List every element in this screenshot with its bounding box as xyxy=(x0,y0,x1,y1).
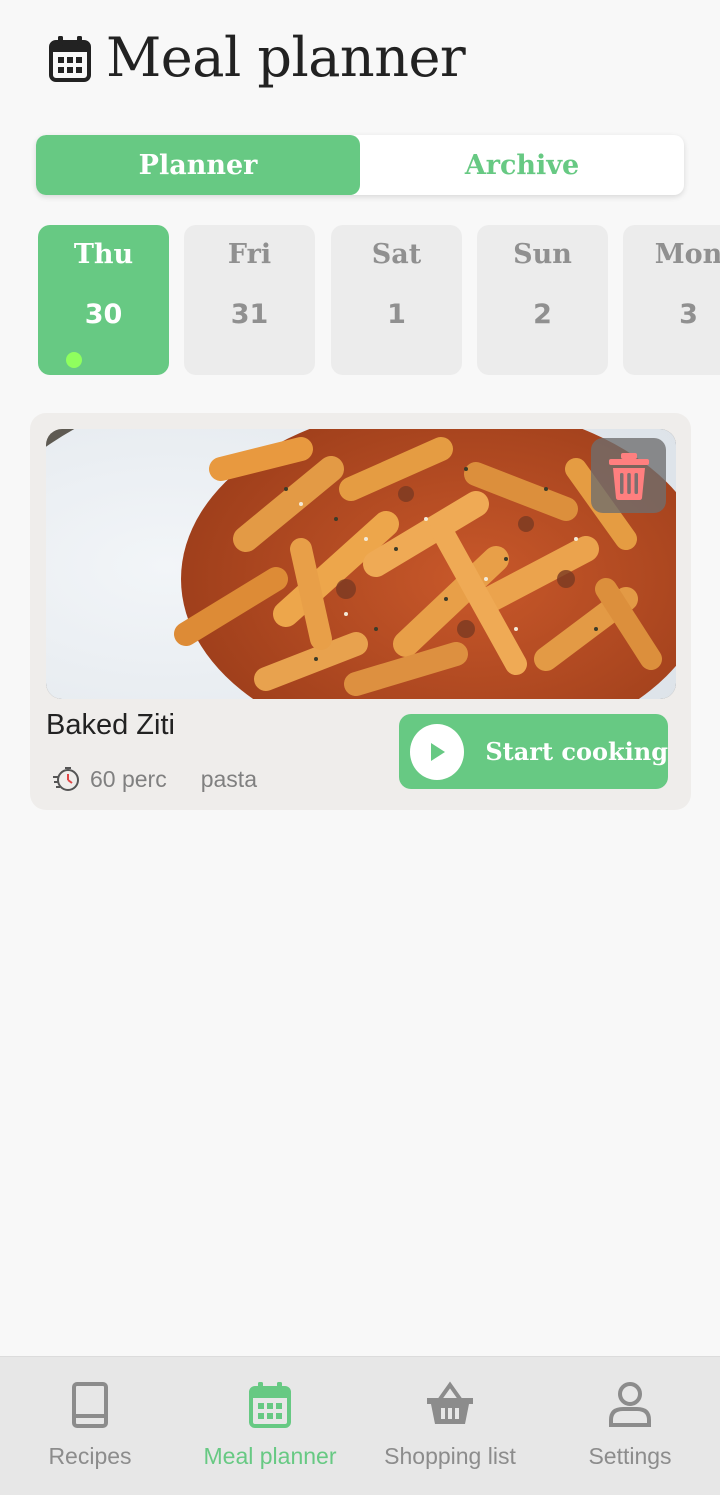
bottom-nav: Recipes Meal planner Shopping list Setti… xyxy=(0,1356,720,1495)
calendar-icon xyxy=(249,1382,291,1428)
nav-item-shopping-list[interactable]: Shopping list xyxy=(360,1357,540,1495)
day-date: 2 xyxy=(533,299,552,330)
day-card-mon[interactable]: Mon 3 xyxy=(623,225,720,375)
meal-time: 60 perc xyxy=(90,765,167,792)
nav-label: Meal planner xyxy=(203,1443,337,1469)
play-icon xyxy=(410,723,465,780)
day-card-sun[interactable]: Sun 2 xyxy=(477,225,608,375)
day-date: 3 xyxy=(679,299,698,330)
day-name: Thu xyxy=(73,239,134,270)
day-card-thu[interactable]: Thu 30 xyxy=(38,225,169,375)
nav-item-recipes[interactable]: Recipes xyxy=(0,1357,180,1495)
book-icon xyxy=(72,1382,108,1428)
calendar-icon xyxy=(49,36,91,82)
day-name: Mon xyxy=(654,239,720,270)
day-date: 31 xyxy=(230,299,269,330)
nav-item-meal-planner[interactable]: Meal planner xyxy=(180,1357,360,1495)
day-name: Fri xyxy=(227,239,272,270)
day-name: Sat xyxy=(371,239,422,270)
start-cooking-button[interactable]: Start cooking xyxy=(399,714,668,789)
meal-title: Baked Ziti xyxy=(46,709,175,741)
nav-item-settings[interactable]: Settings xyxy=(540,1357,720,1495)
day-name: Sun xyxy=(513,239,572,270)
start-cooking-label: Start cooking xyxy=(485,737,668,766)
day-date: 1 xyxy=(387,299,406,330)
nav-label: Settings xyxy=(588,1443,672,1469)
nav-label: Recipes xyxy=(48,1443,132,1469)
delete-button[interactable] xyxy=(591,438,666,513)
nav-label: Shopping list xyxy=(384,1443,516,1469)
day-card-fri[interactable]: Fri 31 xyxy=(184,225,315,375)
meal-card[interactable]: Baked Ziti 60 perc pasta Start cooking xyxy=(30,413,691,810)
day-selector: Thu 30 Fri 31 Sat 1 Sun 2 Mon 3 xyxy=(38,225,720,375)
meal-indicator-dot xyxy=(66,352,82,368)
meal-image xyxy=(46,429,676,699)
page-header: Meal planner xyxy=(48,22,466,92)
planner-archive-tabs: Planner Archive xyxy=(36,135,684,195)
trash-icon xyxy=(608,452,649,500)
basket-icon xyxy=(427,1381,473,1424)
meal-meta: 60 perc pasta xyxy=(52,765,257,793)
pasta-dish-photo xyxy=(46,429,676,699)
tab-archive[interactable]: Archive xyxy=(360,135,684,195)
day-card-sat[interactable]: Sat 1 xyxy=(331,225,462,375)
page-title: Meal planner xyxy=(106,25,466,89)
day-date: 30 xyxy=(84,299,123,330)
meal-category: pasta xyxy=(200,765,257,792)
tab-planner[interactable]: Planner xyxy=(36,135,360,195)
timer-icon xyxy=(53,767,79,791)
person-icon xyxy=(609,1382,651,1427)
